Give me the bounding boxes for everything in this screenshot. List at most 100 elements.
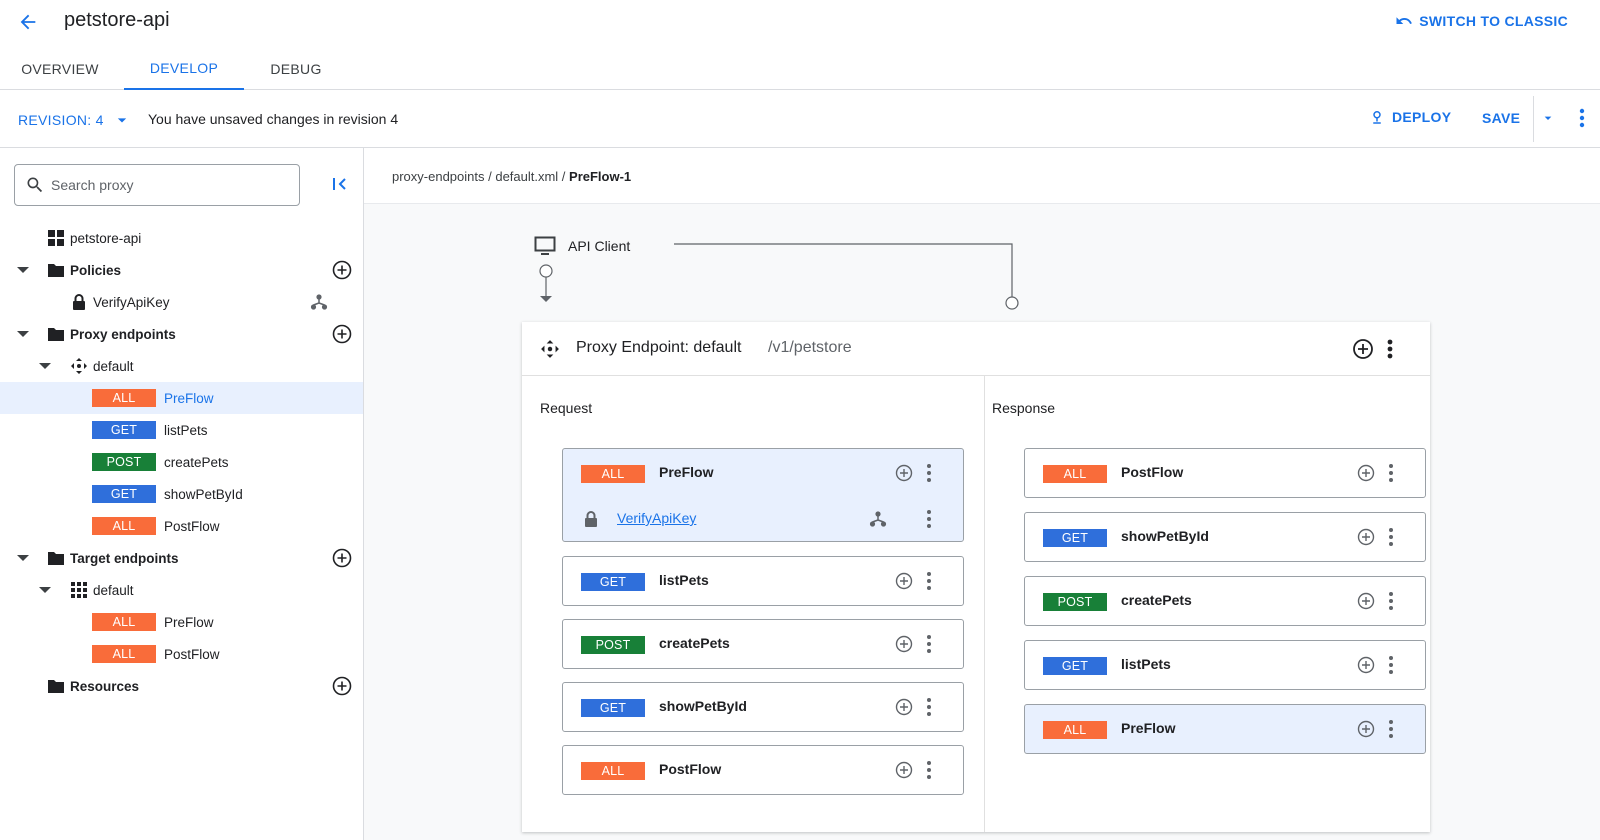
tree-item-flow[interactable]: ALL PostFlow — [0, 638, 363, 670]
back-button[interactable] — [14, 8, 42, 36]
request-flow-card[interactable]: ALL PostFlow — [562, 745, 964, 795]
request-flow-card[interactable]: GET showPetById — [562, 682, 964, 732]
policy-step-link[interactable]: VerifyApiKey — [617, 510, 696, 526]
flow-card-row: GET showPetById — [563, 683, 963, 731]
method-badge: ALL — [581, 762, 645, 780]
more-vert-icon[interactable] — [925, 570, 933, 592]
deploy-button[interactable]: DEPLOY — [1368, 108, 1451, 126]
tree-item-flow[interactable]: POST createPets — [0, 446, 363, 478]
method-badge: GET — [1043, 529, 1107, 547]
flow-name: PreFlow — [1121, 720, 1176, 736]
tree-item-flow[interactable]: ALL PostFlow — [0, 510, 363, 542]
request-flow-card[interactable]: POST createPets — [562, 619, 964, 669]
tree-item-flow[interactable]: GET listPets — [0, 414, 363, 446]
more-vert-icon[interactable] — [1387, 590, 1395, 612]
more-vert-icon[interactable] — [925, 508, 933, 530]
tree-root-label: petstore-api — [70, 230, 142, 246]
breadcrumb-current: PreFlow-1 — [569, 169, 632, 184]
tree-item-target-endpoints[interactable]: Target endpoints — [0, 542, 363, 574]
response-flow-card[interactable]: ALL PostFlow — [1024, 448, 1426, 498]
save-button[interactable]: SAVE — [1482, 110, 1520, 126]
request-column-title: Request — [540, 400, 593, 416]
tree-target-endpoints-label: Target endpoints — [70, 550, 179, 566]
tree-proxy-endpoints-label: Proxy endpoints — [70, 326, 176, 342]
proxy-endpoint-card: Proxy Endpoint: default /v1/petstore Req… — [522, 322, 1430, 832]
method-badge: GET — [581, 699, 645, 717]
column-divider — [984, 376, 985, 832]
flow-card-row: ALL PreFlow — [1025, 705, 1425, 753]
chevron-down-icon[interactable] — [38, 585, 52, 595]
tree-item-flow[interactable]: ALL PreFlow — [0, 606, 363, 638]
add-resource-icon[interactable] — [332, 676, 352, 696]
more-vert-icon[interactable] — [1387, 462, 1395, 484]
response-flow-card[interactable]: POST createPets — [1024, 576, 1426, 626]
tab-develop[interactable]: DEVELOP — [124, 48, 244, 90]
response-flow-card[interactable]: GET listPets — [1024, 640, 1426, 690]
collapse-sidebar-button[interactable] — [330, 174, 350, 194]
tab-debug[interactable]: DEBUG — [246, 48, 346, 90]
add-flow-icon[interactable] — [1352, 338, 1374, 360]
response-flow-card[interactable]: ALL PreFlow — [1024, 704, 1426, 754]
search-proxy-input[interactable] — [51, 177, 291, 193]
more-vert-icon[interactable] — [1387, 654, 1395, 676]
add-step-icon[interactable] — [1357, 528, 1375, 546]
flow-label: PostFlow — [164, 518, 220, 534]
more-vert-icon[interactable] — [1387, 718, 1395, 740]
flow-name: listPets — [659, 572, 709, 588]
caret-down-icon — [117, 118, 126, 123]
chevron-down-icon[interactable] — [16, 265, 30, 275]
add-policy-icon[interactable] — [332, 260, 352, 280]
flow-name: listPets — [1121, 656, 1171, 672]
tree-item-root[interactable]: petstore-api — [0, 222, 363, 254]
tab-bar: OVERVIEW DEVELOP DEBUG — [0, 48, 1600, 90]
tree-target-default-label: default — [93, 582, 134, 598]
search-proxy-field[interactable] — [14, 164, 300, 206]
add-proxy-endpoint-icon[interactable] — [332, 324, 352, 344]
tree-item-target-default[interactable]: default — [0, 574, 363, 606]
more-options-button[interactable] — [1574, 106, 1590, 130]
policy-step-row: VerifyApiKey — [563, 495, 963, 543]
more-vert-icon[interactable] — [925, 696, 933, 718]
add-step-icon[interactable] — [895, 572, 913, 590]
add-step-icon[interactable] — [895, 464, 913, 482]
response-column-title: Response — [992, 400, 1056, 416]
tree-proxy-default-label: default — [93, 358, 134, 374]
more-vert-icon[interactable] — [1387, 526, 1395, 548]
tree-item-policy[interactable]: VerifyApiKey — [0, 286, 363, 318]
add-step-icon[interactable] — [895, 761, 913, 779]
response-flow-card[interactable]: GET showPetById — [1024, 512, 1426, 562]
tree-item-flow[interactable]: GET showPetById — [0, 478, 363, 510]
api-client-node[interactable]: API Client — [534, 236, 630, 256]
proxy-endpoint-icon — [71, 358, 87, 374]
add-step-icon[interactable] — [1357, 656, 1375, 674]
more-vert-icon[interactable] — [925, 462, 933, 484]
proxy-endpoint-title: Proxy Endpoint: default — [576, 339, 742, 356]
switch-to-classic-button[interactable]: SWITCH TO CLASSIC — [1395, 12, 1568, 30]
tab-overview[interactable]: OVERVIEW — [0, 48, 120, 90]
chevron-down-icon[interactable] — [16, 553, 30, 563]
revision-select[interactable]: REVISION: 4 — [18, 110, 132, 130]
tree-item-flow[interactable]: ALL PreFlow — [0, 382, 363, 414]
more-vert-icon — [1579, 108, 1585, 128]
tree-item-proxy-endpoints[interactable]: Proxy endpoints — [0, 318, 363, 350]
request-flow-card[interactable]: ALL PreFlow VerifyApiKey — [562, 448, 964, 542]
save-options-button[interactable] — [1540, 108, 1556, 128]
tree-item-resources[interactable]: Resources — [0, 670, 363, 702]
tree-item-proxy-default[interactable]: default — [0, 350, 363, 382]
more-vert-icon[interactable] — [1384, 337, 1396, 361]
add-step-icon[interactable] — [1357, 464, 1375, 482]
add-step-icon[interactable] — [895, 635, 913, 653]
more-vert-icon[interactable] — [925, 759, 933, 781]
chevron-down-icon[interactable] — [16, 329, 30, 339]
more-vert-icon[interactable] — [925, 633, 933, 655]
chevron-down-icon[interactable] — [38, 361, 52, 371]
tree-item-policies[interactable]: Policies — [0, 254, 363, 286]
hierarchy-icon — [869, 511, 887, 527]
add-step-icon[interactable] — [1357, 720, 1375, 738]
add-step-icon[interactable] — [895, 698, 913, 716]
add-target-endpoint-icon[interactable] — [332, 548, 352, 568]
dashboard-icon — [48, 230, 64, 246]
proxy-navigator: petstore-api Policies VerifyApiKey Proxy… — [0, 148, 364, 840]
add-step-icon[interactable] — [1357, 592, 1375, 610]
request-flow-card[interactable]: GET listPets — [562, 556, 964, 606]
